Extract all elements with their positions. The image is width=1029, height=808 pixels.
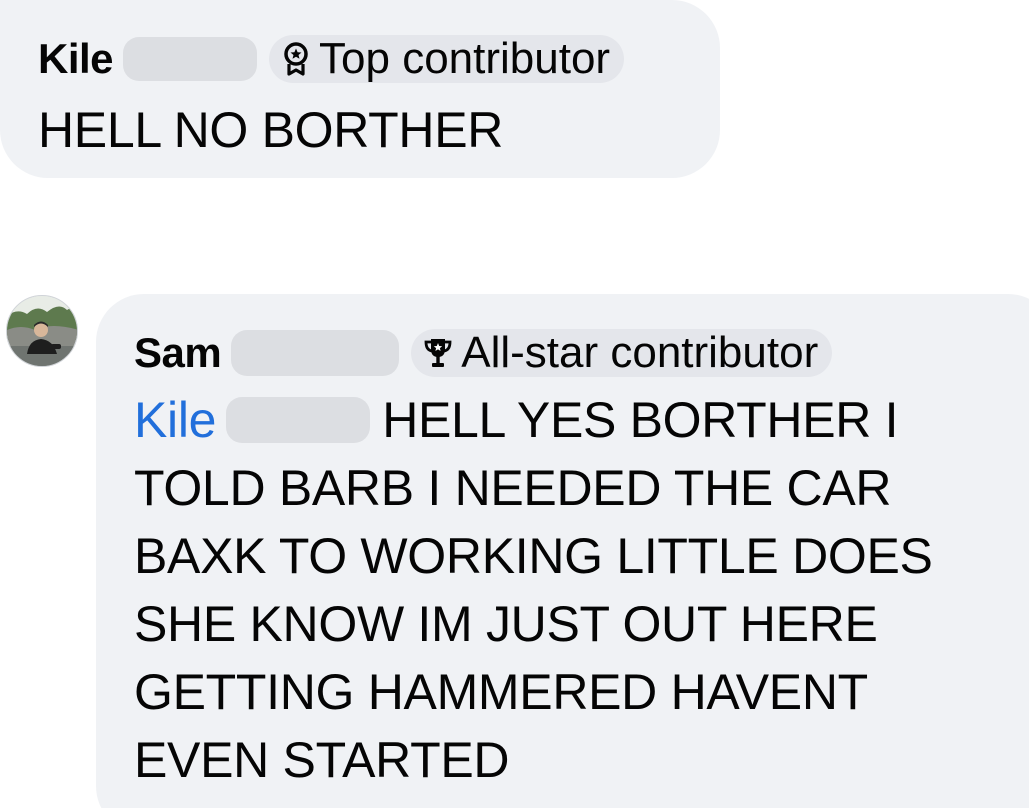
contributor-badge[interactable]: All-star contributor: [411, 328, 833, 377]
avatar-photo: [7, 296, 77, 366]
redacted-surname: [123, 37, 258, 81]
mention-link[interactable]: Kile: [134, 392, 216, 448]
comment-bubble: Kile Top contributor HELL NO BORTHER: [0, 0, 720, 178]
badge-label: Top contributor: [319, 34, 611, 83]
comment-text: HELL NO BORTHER: [38, 102, 504, 158]
comment-header: Kile Top contributor: [38, 30, 720, 88]
author-name[interactable]: Sam: [134, 332, 222, 374]
avatar[interactable]: [6, 295, 78, 367]
comment-thread: Kile Top contributor HELL NO BORTHER Sam…: [0, 0, 1029, 808]
badge-ribbon-icon: [284, 42, 308, 76]
author-name[interactable]: Kile: [38, 38, 114, 80]
badge-label: All-star contributor: [461, 328, 819, 377]
comment-text: Kile HELL YES BORTHER I TOLD BARB I NEEDE…: [134, 386, 1014, 794]
contributor-badge[interactable]: Top contributor: [269, 34, 625, 83]
comment-bubble: Sam All-star contributor Kile HELL YES BO…: [96, 294, 1029, 808]
comment-body: HELL YES BORTHER I TOLD BARB I NEEDED TH…: [134, 392, 933, 788]
trophy-icon: [424, 339, 452, 367]
redacted-surname: [231, 330, 400, 376]
comment-header: Sam All-star contributor: [134, 324, 1029, 382]
redacted-surname: [226, 396, 371, 443]
